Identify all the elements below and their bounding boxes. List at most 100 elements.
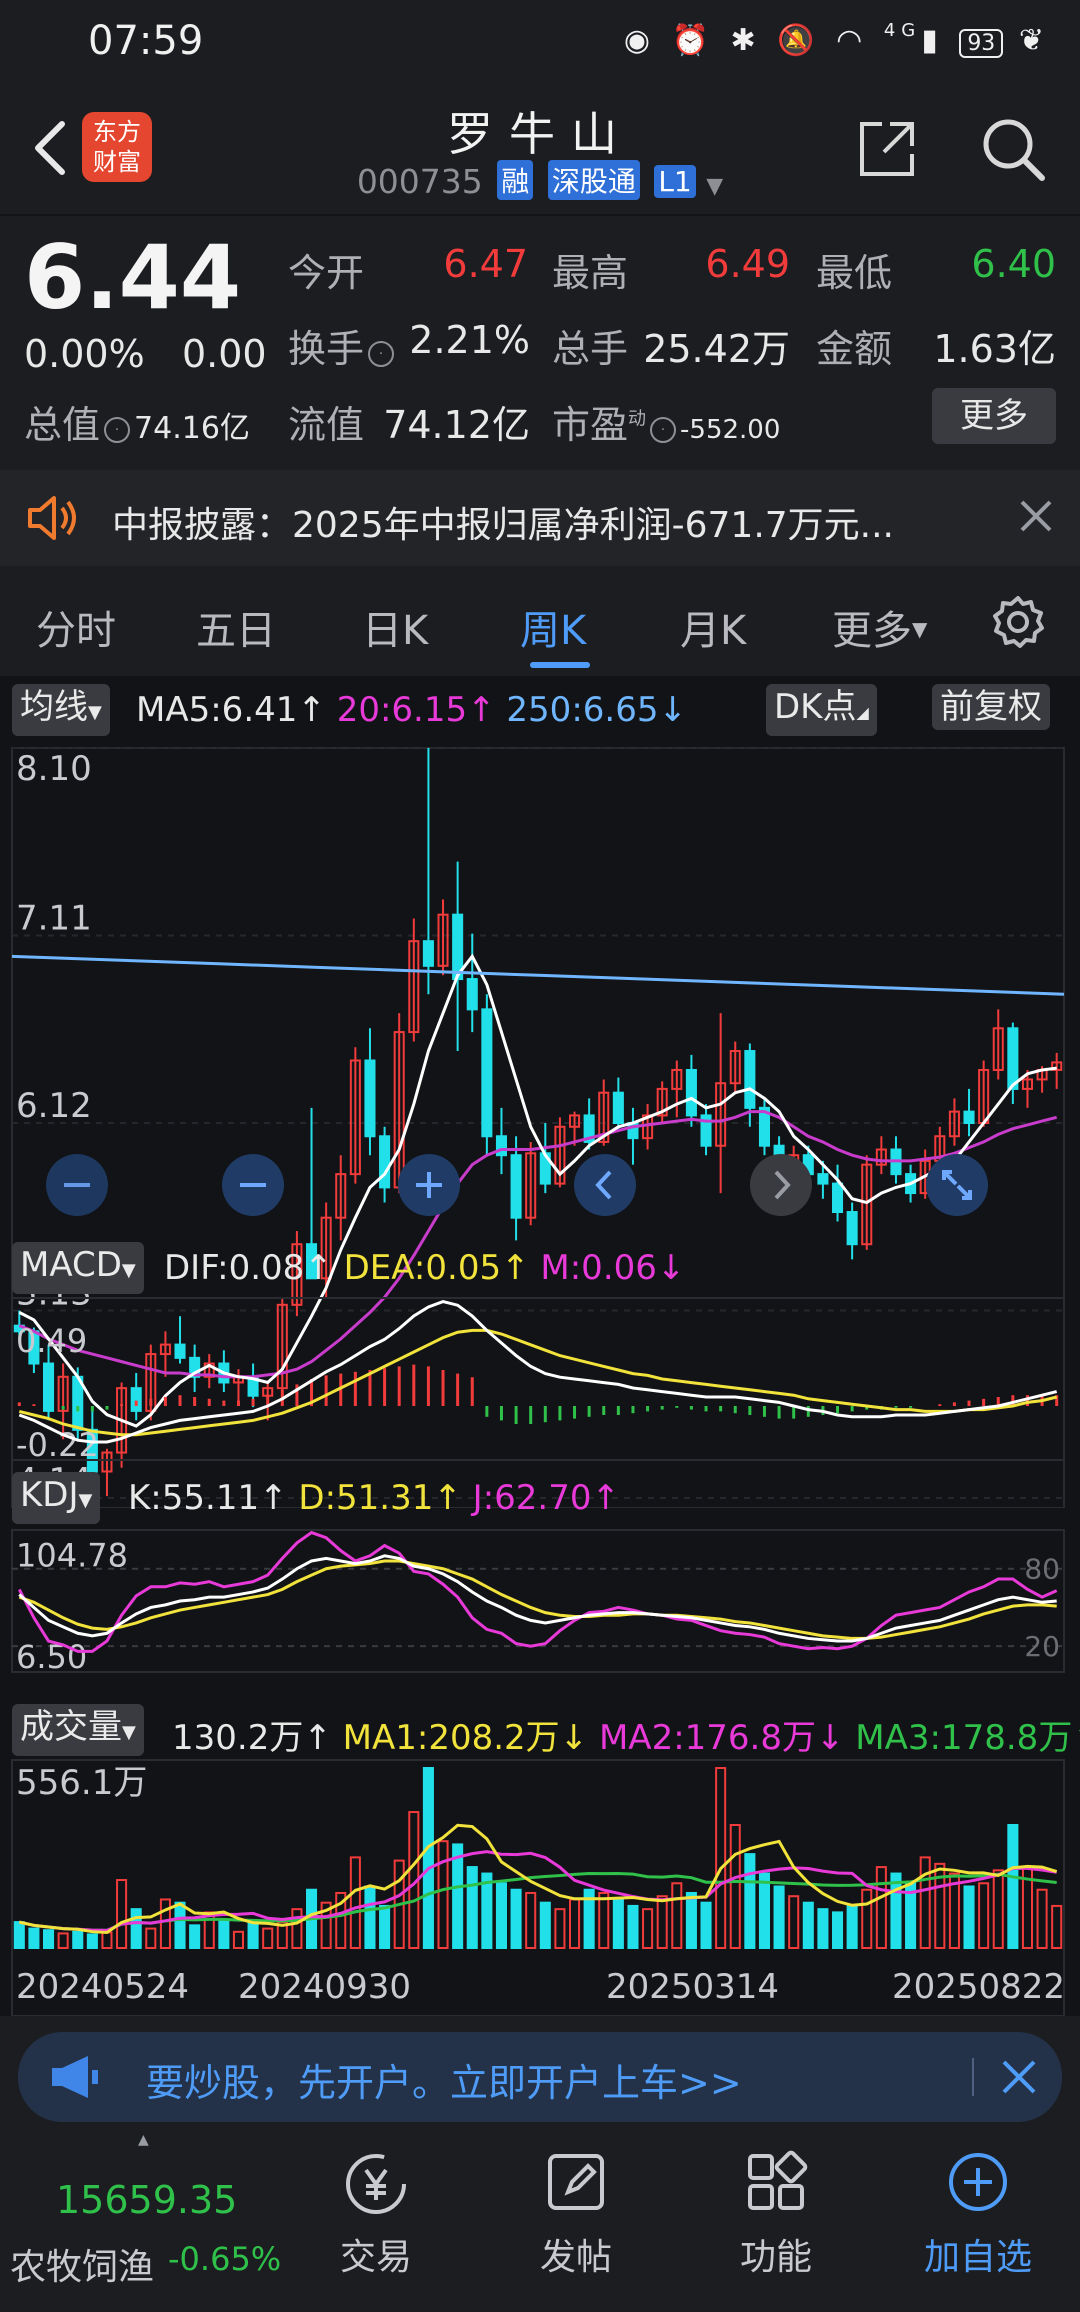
volume-bar	[232, 1930, 245, 1949]
ma5-value: MA5:6.41↑	[136, 690, 326, 730]
volume-bar	[86, 1933, 98, 1949]
candle-body	[744, 1050, 756, 1109]
volume-bar	[437, 1840, 449, 1949]
volume-bar	[539, 1901, 551, 1949]
mktcap-label-text: 总值	[24, 403, 101, 447]
change-value: 0.00	[182, 332, 267, 376]
close-icon[interactable]	[1000, 2058, 1038, 2100]
tab-daily-k[interactable]: 日K	[362, 598, 428, 656]
volume-bar	[466, 1866, 478, 1949]
tab-monthly-k[interactable]: 月K	[680, 598, 746, 656]
candle-body	[685, 1068, 697, 1117]
chevron-right-icon[interactable]	[750, 1154, 812, 1216]
period-tabs: 分时 五日 日K 周K 月K 更多▼	[0, 574, 1080, 674]
macd-legend: DIF:0.08↑ DEA:0.05↑ M:0.06↓	[164, 1248, 685, 1288]
dk-point-label: DK点	[774, 687, 857, 727]
ma250-line	[11, 954, 1065, 996]
vol-ma3: MA3:178.8万↑	[855, 1718, 1080, 1758]
volume-bar	[291, 1908, 303, 1949]
share-icon[interactable]	[856, 118, 918, 180]
close-icon[interactable]	[1016, 496, 1056, 540]
macd-chart[interactable]: 0.49-0.22	[0, 1296, 1080, 1464]
turnover-label-text: 换手	[288, 327, 365, 371]
minus-icon[interactable]	[222, 1154, 284, 1216]
bluetooth-icon: ✱	[730, 23, 762, 58]
volume-bar	[685, 1891, 697, 1949]
adjust-button[interactable]: 前复权	[932, 684, 1050, 730]
stock-code-row[interactable]: 000735 融 深股通 L1 ▼	[0, 160, 1080, 201]
kdj-chart[interactable]: 104.78 6.50 80 20	[0, 1528, 1080, 1676]
volume-bar	[481, 1872, 493, 1949]
vol-ma2: MA2:176.8万↓	[598, 1718, 845, 1758]
banner-text[interactable]: 要炒股，先开户。立即开户上车>>	[146, 2052, 742, 2107]
kdj-axis-right-20: 20	[1024, 1630, 1060, 1663]
volume-bar	[612, 1898, 624, 1950]
ma20-value: 20:6.15↑	[336, 690, 496, 730]
volume-axis-top: 556.1万	[16, 1763, 147, 1803]
tab-weekly-k[interactable]: 周K	[520, 598, 586, 656]
volume-bar	[671, 1882, 683, 1949]
tab-five-day[interactable]: 五日	[196, 598, 276, 656]
edit-icon	[544, 2150, 608, 2218]
volume-chart[interactable]: 556.1万 20240524 20240930 20250314 20250822	[0, 1758, 1080, 2016]
volume-bar	[656, 1895, 668, 1949]
chart-area[interactable]: 均线▼ MA5:6.41↑ 20:6.15↑ 250:6.65↓ DK点◢ 前复…	[0, 676, 1080, 2016]
pe-sup: 动	[628, 408, 647, 430]
pe-value: -552.00	[680, 415, 781, 445]
open-value: 6.47	[443, 242, 528, 286]
volume-bar	[379, 1904, 391, 1949]
volume-selector[interactable]: 成交量▼	[12, 1704, 144, 1756]
expand-icon[interactable]	[926, 1154, 988, 1216]
macd-selector[interactable]: MACD▼	[12, 1242, 144, 1294]
dk-point-button[interactable]: DK点◢	[766, 684, 877, 736]
dea-value: DEA:0.05↑	[343, 1248, 530, 1288]
info-icon[interactable]: ·	[650, 417, 677, 443]
ma-legend: MA5:6.41↑ 20:6.15↑ 250:6.65↓	[136, 690, 687, 730]
status-icons: ◉ ⏰ ✱ 🔕 ◠ 4G▮ 93 ❦	[624, 20, 1050, 58]
volume-bar	[627, 1904, 639, 1949]
volume-label: 总手	[552, 327, 629, 371]
mute-icon: 🔕	[777, 23, 821, 58]
tab-more[interactable]: 更多▼	[832, 598, 927, 656]
more-button[interactable]: 更多	[932, 388, 1056, 444]
info-icon[interactable]: ·	[368, 341, 395, 367]
stock-name: 罗牛山	[447, 107, 633, 161]
zoom-out-icon[interactable]	[46, 1154, 108, 1216]
plus-icon[interactable]	[398, 1154, 460, 1216]
volume-bar	[203, 1911, 215, 1950]
settings-icon[interactable]	[990, 594, 1046, 654]
ma-selector[interactable]: 均线▼	[12, 684, 110, 736]
announcement-bar[interactable]: 中报披露：2025年中报归属净利润-671.7万元...	[0, 470, 1080, 566]
volume-bar	[72, 1930, 84, 1949]
candle-body	[846, 1211, 858, 1246]
caret-down-icon: ▼	[912, 617, 928, 641]
ma-selector-label: 均线	[20, 687, 88, 727]
search-icon[interactable]	[980, 116, 1046, 182]
volume-bar	[145, 1927, 157, 1949]
volume-bar	[495, 1882, 508, 1949]
pe-label-text: 市盈	[552, 403, 629, 447]
volume-bar	[364, 1885, 376, 1950]
volume-bar	[452, 1843, 464, 1949]
index-value[interactable]: 15659.35	[56, 2178, 237, 2222]
volume-value: 25.42万	[643, 327, 790, 371]
info-icon[interactable]: ·	[104, 417, 131, 443]
kdj-selector-label: KDJ	[20, 1475, 79, 1515]
volume-bar	[525, 1891, 537, 1949]
price-axis-label: 6.12	[16, 1086, 92, 1126]
announcement-text[interactable]: 中报披露：2025年中报归属净利润-671.7万元...	[112, 496, 894, 548]
open-account-banner[interactable]: 要炒股，先开户。立即开户上车>>	[18, 2032, 1062, 2122]
candle-body	[963, 1110, 975, 1124]
volume-bar	[861, 1888, 873, 1949]
chevron-left-icon[interactable]	[574, 1154, 636, 1216]
kdj-selector[interactable]: KDJ▼	[12, 1472, 101, 1524]
tab-intraday[interactable]: 分时	[36, 598, 116, 656]
volume-bar	[174, 1901, 186, 1949]
date-label: 20250314	[606, 1967, 779, 2007]
nav-functions-label: 功能	[739, 2237, 812, 2278]
eye-icon: ◉	[623, 23, 657, 58]
volume-bar	[992, 1869, 1004, 1949]
index-name[interactable]: 农牧饲渔	[10, 2238, 154, 2290]
dropdown-icon[interactable]: ▼	[706, 174, 723, 199]
pe-label: 市盈动· -552.00	[552, 394, 780, 449]
